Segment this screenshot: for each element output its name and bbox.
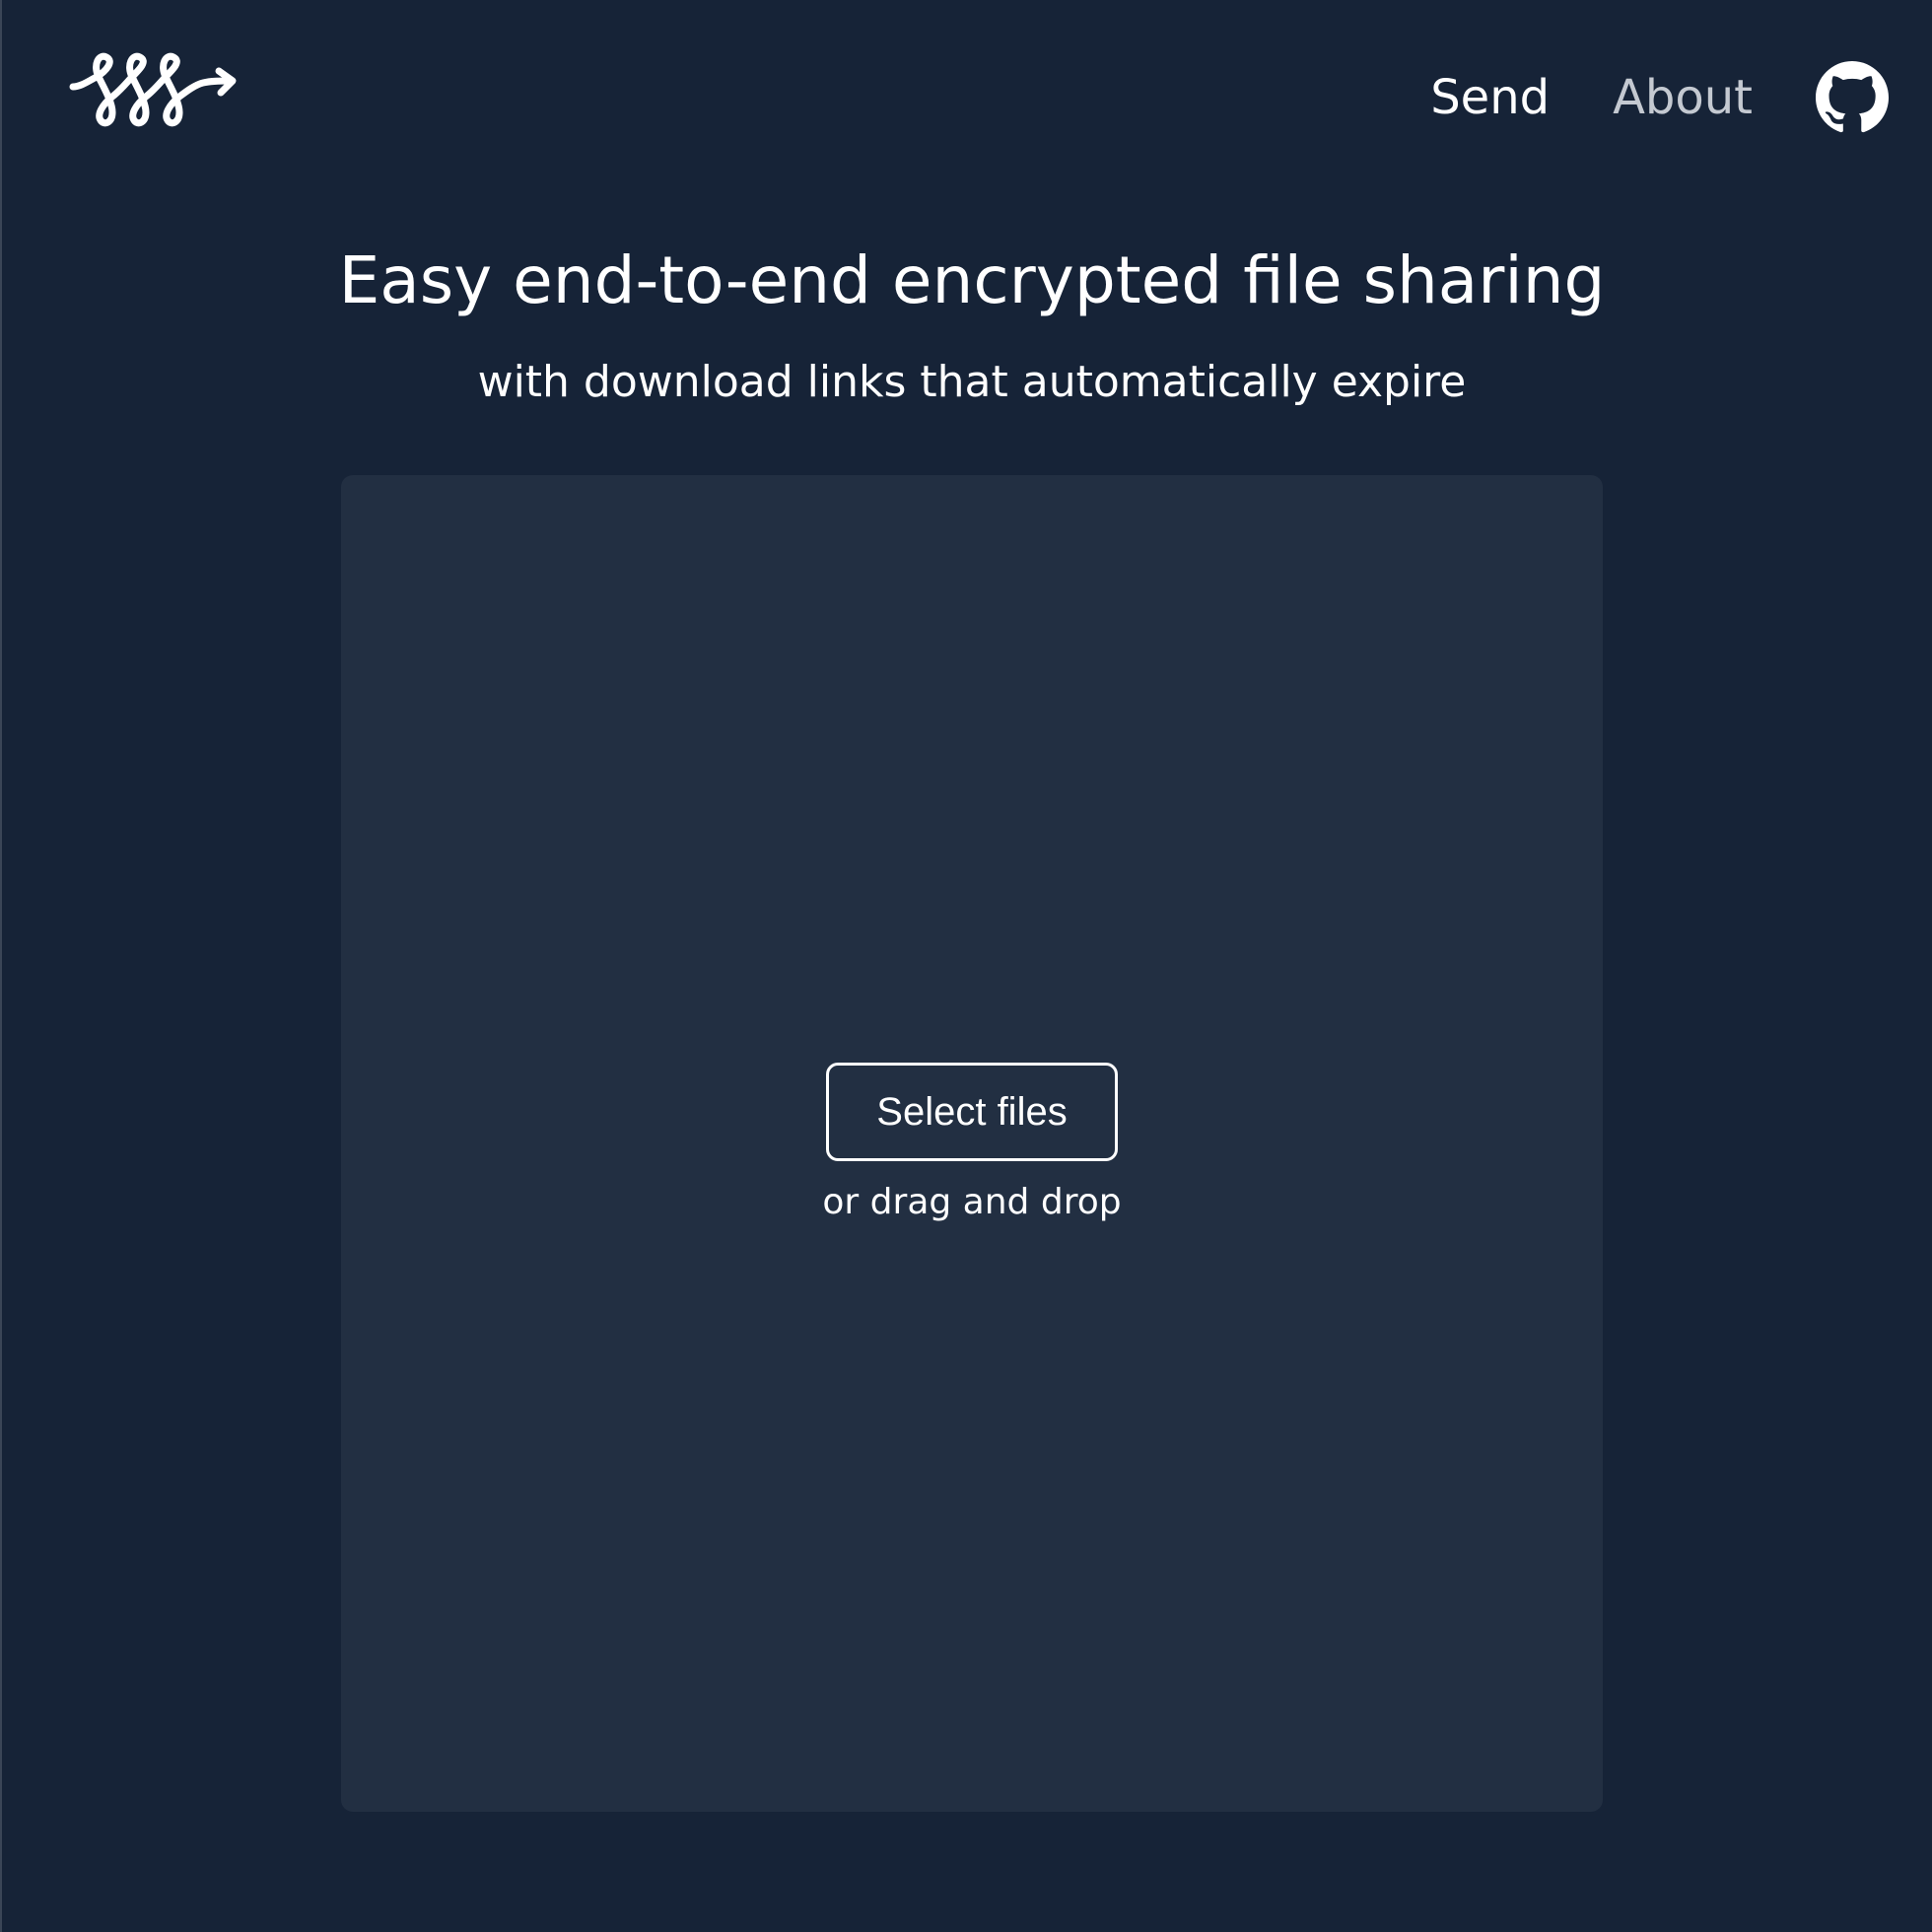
drag-drop-hint: or drag and drop [822,1182,1122,1222]
page: Send About Easy end-to-end encrypted fil… [0,0,1932,1932]
page-title: Easy end-to-end encrypted file sharing [338,242,1606,318]
send-logo-icon[interactable] [67,51,241,134]
nav-about-link[interactable]: About [1613,66,1753,129]
select-files-button[interactable]: Select files [826,1063,1118,1161]
github-icon[interactable] [1816,61,1889,134]
file-dropzone[interactable]: Select files or drag and drop [341,475,1603,1812]
nav-send-link[interactable]: Send [1430,66,1550,129]
top-nav: Send About [1430,61,1889,134]
page-subtitle: with download links that automatically e… [477,357,1467,407]
